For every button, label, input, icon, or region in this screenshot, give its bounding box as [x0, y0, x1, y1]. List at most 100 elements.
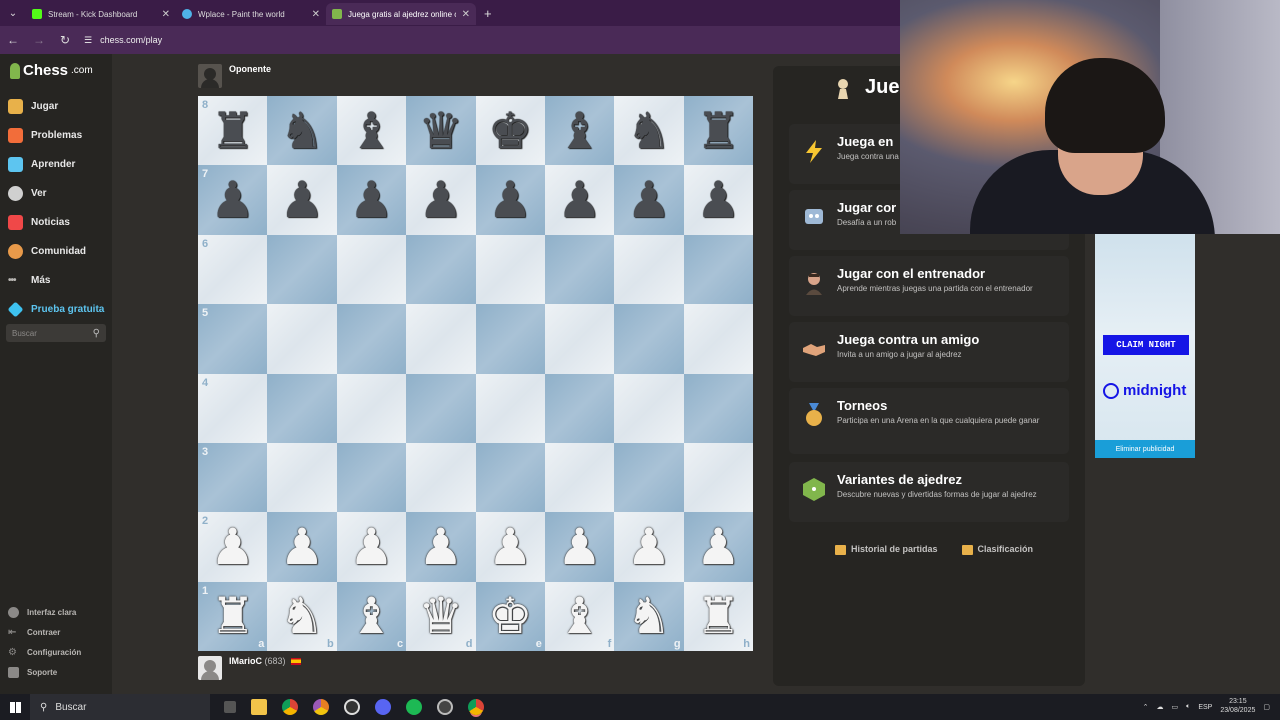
black-pawn-icon[interactable]: ♟: [280, 175, 325, 225]
chess-board[interactable]: 8 ♜ ♞ ♝ ♛ ♚ ♝ ♞ ♜ 7 ♟ ♟ ♟ ♟ ♟ ♟ ♟ ♟ 6 5 4 3 2 ♟ ♟ ♟ ♟ ♟ ♟ ♟ ♟ 1 a ♜ b ♞ c ♝ d ♛…: [198, 96, 753, 651]
white-queen-icon[interactable]: ♛: [418, 591, 463, 641]
white-pawn-icon[interactable]: ♟: [488, 522, 533, 572]
square-d2[interactable]: ♟: [406, 512, 476, 582]
square-g7[interactable]: ♟: [614, 165, 684, 235]
square-d4[interactable]: [406, 373, 476, 443]
chevron-up-icon[interactable]: ⌃: [1143, 703, 1149, 711]
square-d3[interactable]: [406, 442, 476, 513]
cloud-icon[interactable]: ☁: [1156, 703, 1163, 711]
square-f5[interactable]: [544, 304, 615, 374]
sidebar-item-problemas[interactable]: Problemas: [0, 121, 112, 150]
black-knight-icon[interactable]: ♞: [280, 106, 325, 156]
square-h3[interactable]: [683, 442, 753, 513]
white-bishop-icon[interactable]: ♝: [557, 591, 602, 641]
square-g3[interactable]: [614, 442, 684, 513]
square-f3[interactable]: [544, 442, 615, 513]
reload-icon[interactable]: ↻: [58, 33, 72, 47]
square-b4[interactable]: [267, 373, 337, 443]
black-queen-icon[interactable]: ♛: [418, 106, 463, 156]
square-b7[interactable]: ♟: [267, 165, 337, 235]
sidebar-item-comunidad[interactable]: Comunidad: [0, 237, 112, 266]
player-name[interactable]: IMarioC: [229, 656, 262, 666]
square-d6[interactable]: [406, 234, 476, 305]
square-h4[interactable]: [683, 373, 753, 443]
square-g1[interactable]: g ♞: [614, 581, 684, 651]
sidebar-item-aprender[interactable]: Aprender: [0, 150, 112, 179]
square-a6[interactable]: 6: [198, 234, 268, 305]
close-tab-icon[interactable]: ✕: [312, 9, 320, 20]
discord-icon[interactable]: [375, 699, 391, 715]
taskbar-clock[interactable]: 23:15 23/08/2025: [1220, 698, 1255, 716]
square-a1[interactable]: 1 a ♜: [198, 581, 268, 651]
black-knight-icon[interactable]: ♞: [627, 106, 672, 156]
square-e4[interactable]: [475, 373, 545, 443]
white-bishop-icon[interactable]: ♝: [349, 591, 394, 641]
square-h2[interactable]: ♟: [683, 512, 753, 582]
square-a2[interactable]: 2 ♟: [198, 512, 268, 582]
white-pawn-icon[interactable]: ♟: [280, 522, 325, 572]
square-g4[interactable]: [614, 373, 684, 443]
square-h1[interactable]: h ♜: [683, 581, 753, 651]
square-h7[interactable]: ♟: [683, 165, 753, 235]
square-e1[interactable]: e ♚: [475, 581, 545, 651]
spotify-icon[interactable]: [406, 699, 422, 715]
file-explorer-icon[interactable]: [251, 699, 267, 715]
square-c4[interactable]: [336, 373, 407, 443]
square-e5[interactable]: [475, 304, 545, 374]
chrome-active-icon[interactable]: [468, 699, 484, 715]
square-g6[interactable]: [614, 234, 684, 305]
claim-night-button[interactable]: CLAIM NIGHT: [1103, 335, 1189, 355]
white-pawn-icon[interactable]: ♟: [696, 522, 741, 572]
square-b3[interactable]: [267, 442, 337, 513]
black-pawn-icon[interactable]: ♟: [557, 175, 602, 225]
square-c1[interactable]: c ♝: [336, 581, 407, 651]
white-pawn-icon[interactable]: ♟: [557, 522, 602, 572]
square-f2[interactable]: ♟: [544, 512, 615, 582]
app-icon[interactable]: [437, 699, 453, 715]
square-h5[interactable]: [683, 304, 753, 374]
url-field[interactable]: ☰ chess.com/play: [84, 35, 162, 46]
square-f1[interactable]: f ♝: [544, 581, 615, 651]
black-pawn-icon[interactable]: ♟: [210, 175, 255, 225]
new-tab-icon[interactable]: +: [484, 6, 492, 21]
chess-logo[interactable]: Chess .com: [10, 62, 93, 79]
square-f6[interactable]: [544, 234, 615, 305]
taskbar-search[interactable]: ⚲ Buscar: [30, 694, 210, 720]
square-a8[interactable]: 8 ♜: [198, 96, 268, 166]
browser-tab-active[interactable]: Juega gratis al ajedrez online c ✕: [326, 3, 476, 25]
light-mode-toggle[interactable]: Interfaz clara: [8, 602, 81, 622]
square-b6[interactable]: [267, 234, 337, 305]
sidebar-item-prueba-gratuita[interactable]: Prueba gratuita: [0, 295, 112, 324]
square-e7[interactable]: ♟: [475, 165, 545, 235]
start-button[interactable]: [0, 694, 30, 720]
black-pawn-icon[interactable]: ♟: [627, 175, 672, 225]
variants-option[interactable]: Variantes de ajedrez Descubre nuevas y d…: [789, 462, 1069, 522]
square-d1[interactable]: d ♛: [406, 581, 476, 651]
square-d7[interactable]: ♟: [406, 165, 476, 235]
white-knight-icon[interactable]: ♞: [627, 591, 672, 641]
sidebar-item-jugar[interactable]: Jugar: [0, 92, 112, 121]
square-e6[interactable]: [475, 234, 545, 305]
white-rook-icon[interactable]: ♜: [210, 591, 255, 641]
white-pawn-icon[interactable]: ♟: [627, 522, 672, 572]
black-bishop-icon[interactable]: ♝: [557, 106, 602, 156]
collapse-button[interactable]: ⇤ Contraer: [8, 622, 81, 642]
square-e8[interactable]: ♚: [475, 96, 545, 166]
black-pawn-icon[interactable]: ♟: [349, 175, 394, 225]
white-pawn-icon[interactable]: ♟: [210, 522, 255, 572]
square-c7[interactable]: ♟: [336, 165, 407, 235]
square-g5[interactable]: [614, 304, 684, 374]
black-king-icon[interactable]: ♚: [488, 106, 533, 156]
back-arrow-icon[interactable]: ←: [6, 33, 20, 47]
square-d8[interactable]: ♛: [406, 96, 476, 166]
square-c6[interactable]: [336, 234, 407, 305]
player-avatar[interactable]: [198, 656, 222, 680]
search-icon[interactable]: ⚲: [93, 328, 100, 339]
square-a4[interactable]: 4: [198, 373, 268, 443]
square-a5[interactable]: 5: [198, 304, 268, 374]
black-pawn-icon[interactable]: ♟: [488, 175, 533, 225]
square-e3[interactable]: [475, 442, 545, 513]
white-pawn-icon[interactable]: ♟: [418, 522, 463, 572]
play-coach-option[interactable]: Jugar con el entrenador Aprende mientras…: [789, 256, 1069, 316]
close-tab-icon[interactable]: ✕: [462, 9, 470, 20]
